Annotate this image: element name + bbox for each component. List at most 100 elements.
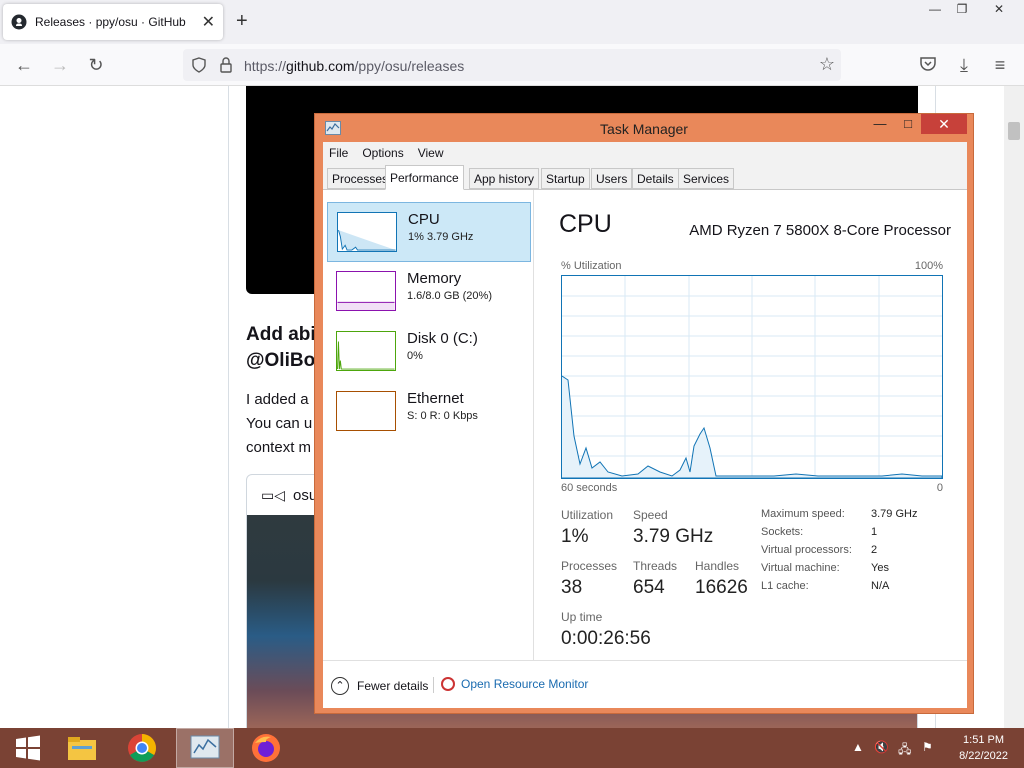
performance-sidebar: CPU 1% 3.79 GHz Memory 1.6/8.0 GB (20%) … <box>323 190 534 660</box>
tm-minimize-icon[interactable]: — <box>867 116 893 134</box>
processes-label: Processes <box>561 559 618 573</box>
lock-icon[interactable] <box>219 57 233 73</box>
taskbar-task-manager[interactable] <box>176 728 234 768</box>
tab-users[interactable]: Users <box>591 168 633 189</box>
info-label-l1-cache: L1 cache: <box>761 580 809 592</box>
cpu-model-name: AMD Ryzen 7 5800X 8-Core Processor <box>689 222 951 239</box>
action-center-icon[interactable]: ⚑ <box>922 740 933 754</box>
github-icon <box>11 14 27 30</box>
volume-muted-icon[interactable]: 🔇 <box>874 740 889 754</box>
resource-monitor-label: Open Resource Monitor <box>461 677 589 691</box>
speed-value: 3.79 GHz <box>633 526 714 547</box>
handles-value: 16626 <box>695 577 748 598</box>
utilization-axis-label: % Utilization <box>561 260 622 272</box>
info-label-sockets: Sockets: <box>761 526 804 538</box>
tab-processes[interactable]: Processes <box>327 168 394 189</box>
reload-icon[interactable]: ↻ <box>86 55 106 75</box>
url-bar[interactable]: https://github.com/ppy/osu/releases ☆ <box>183 49 841 81</box>
browser-tabstrip: Releases · ppy/osu · GitHub ✕ + — ❐ ✕ <box>0 0 1024 44</box>
cpu-label: CPU <box>408 211 440 228</box>
open-resource-monitor-link[interactable]: Open Resource Monitor <box>441 677 588 691</box>
tab-performance[interactable]: Performance <box>385 165 464 190</box>
info-value-sockets: 1 <box>871 526 878 538</box>
resource-monitor-icon <box>441 677 455 691</box>
memory-mini-graph <box>336 271 396 311</box>
folder-icon <box>68 737 96 760</box>
info-label-virtual-processors: Virtual processors: <box>761 544 852 556</box>
downloads-icon[interactable]: ⤓ <box>954 55 974 75</box>
video-camera-icon: ▭◁ <box>261 486 285 503</box>
back-icon[interactable]: ← <box>14 55 34 75</box>
system-clock[interactable]: 1:51 PM 8/22/2022 <box>959 732 1008 764</box>
task-manager-window: Task Manager — □ ✕ File Options View Pro… <box>314 113 974 714</box>
tray-expand-icon[interactable]: ▲ <box>852 740 864 754</box>
menu-file[interactable]: File <box>329 146 348 160</box>
tm-close-icon[interactable]: ✕ <box>921 114 967 134</box>
memory-value: 1.6/8.0 GB (20%) <box>407 290 492 302</box>
fewer-details-button[interactable]: ⌃ Fewer details <box>331 677 428 695</box>
release-text: I added a You can u context m <box>246 391 313 456</box>
tab-details[interactable]: Details <box>632 168 679 189</box>
chrome-icon <box>128 734 156 762</box>
shield-icon[interactable] <box>191 57 207 73</box>
fewer-details-label: Fewer details <box>357 679 429 693</box>
disk-value: 0% <box>407 350 423 362</box>
clock-date: 8/22/2022 <box>959 750 1008 762</box>
info-label-max-speed: Maximum speed: <box>761 508 845 520</box>
page-divider <box>228 86 229 728</box>
sidebar-item-disk[interactable]: Disk 0 (C:) 0% <box>327 322 531 382</box>
menu-icon[interactable]: ≡ <box>990 55 1010 75</box>
sidebar-item-ethernet[interactable]: Ethernet S: 0 R: 0 Kbps <box>327 382 531 442</box>
tab-services[interactable]: Services <box>678 168 735 189</box>
restore-icon[interactable]: ❐ <box>947 2 977 20</box>
tab-startup[interactable]: Startup <box>541 168 590 189</box>
menu-view[interactable]: View <box>418 146 444 160</box>
disk-label: Disk 0 (C:) <box>407 330 478 347</box>
info-value-virtual-machine: Yes <box>871 562 889 574</box>
page-scrollbar[interactable] <box>1004 86 1024 728</box>
task-manager-icon <box>190 735 220 759</box>
threads-label: Threads <box>633 559 678 573</box>
disk-mini-graph <box>336 331 396 371</box>
sidebar-item-memory[interactable]: Memory 1.6/8.0 GB (20%) <box>327 262 531 322</box>
network-icon[interactable]: 🖧 <box>898 740 911 761</box>
detail-title: CPU <box>559 210 612 238</box>
pocket-icon[interactable] <box>919 56 937 72</box>
start-button[interactable] <box>0 728 56 768</box>
release-heading: Add abi @OliBo <box>246 324 316 371</box>
windows-logo-icon <box>16 735 40 761</box>
clock-time: 1:51 PM <box>963 734 1005 746</box>
cpu-mini-graph <box>337 212 397 252</box>
taskbar-chrome[interactable] <box>114 728 170 768</box>
forward-icon[interactable]: → <box>50 55 70 75</box>
taskbar-firefox[interactable] <box>238 728 294 768</box>
browser-navbar: ← → ↻ https://github.com/ppy/osu/release… <box>0 44 1024 86</box>
browser-tab[interactable]: Releases · ppy/osu · GitHub ✕ <box>3 4 223 40</box>
task-manager-titlebar[interactable]: Task Manager — □ ✕ <box>315 114 973 142</box>
url-text: https://github.com/ppy/osu/releases <box>244 58 465 74</box>
axis-min-label: 0 <box>936 482 943 494</box>
tab-title: Releases · ppy/osu · GitHub <box>35 15 186 29</box>
new-tab-icon[interactable]: + <box>236 10 248 32</box>
tm-tabbar: Processes Performance App history Startu… <box>323 164 967 190</box>
handles-label: Handles <box>695 559 740 573</box>
utilization-label: Utilization <box>561 508 614 522</box>
info-label-virtual-machine: Virtual machine: <box>761 562 840 574</box>
taskbar-file-explorer[interactable] <box>54 728 110 768</box>
tm-maximize-icon[interactable]: □ <box>895 116 921 134</box>
windows-taskbar: ▲ 🔇 🖧 ⚑ 1:51 PM 8/22/2022 <box>0 728 1024 768</box>
firefox-icon <box>252 734 280 762</box>
axis-max-label: 100% <box>914 260 943 272</box>
bookmark-star-icon[interactable]: ☆ <box>819 54 835 75</box>
window-close-icon[interactable]: ✕ <box>984 2 1014 20</box>
threads-value: 654 <box>633 577 665 598</box>
utilization-value: 1% <box>561 526 589 547</box>
minimize-icon[interactable]: — <box>920 2 950 20</box>
sidebar-item-cpu[interactable]: CPU 1% 3.79 GHz <box>327 202 531 262</box>
menu-options[interactable]: Options <box>362 146 403 160</box>
scrollbar-thumb[interactable] <box>1008 122 1020 140</box>
task-manager-body: File Options View Processes Performance … <box>323 142 967 708</box>
tab-close-icon[interactable]: ✕ <box>202 12 215 32</box>
tab-app-history[interactable]: App history <box>469 168 540 189</box>
ethernet-value: S: 0 R: 0 Kbps <box>407 410 478 422</box>
